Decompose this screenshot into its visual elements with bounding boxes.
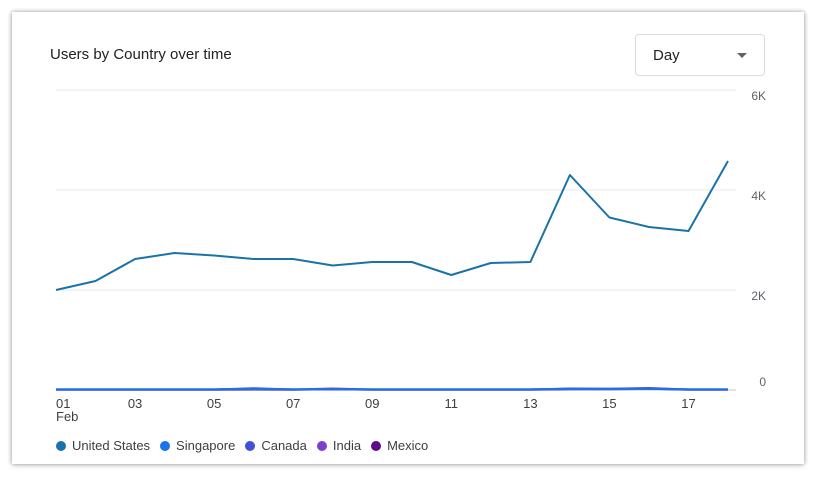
x-axis-month-label: Feb	[56, 409, 78, 424]
grid-lines	[56, 89, 736, 391]
x-tick-label: 03	[128, 396, 142, 411]
legend-item-mexico[interactable]: Mexico	[371, 438, 428, 453]
y-tick-label: 4K	[751, 189, 766, 203]
legend-label: Singapore	[176, 438, 236, 453]
legend-item-india[interactable]: India	[316, 438, 362, 453]
x-tick-label: 11	[445, 396, 459, 411]
legend-swatch	[245, 440, 256, 451]
legend-label: India	[332, 438, 362, 453]
x-tick-label: 17	[681, 396, 695, 411]
legend-item-united-states[interactable]: United States	[56, 438, 150, 453]
x-tick-label: 15	[602, 396, 616, 411]
x-tick-label: 07	[286, 396, 300, 411]
legend-label: Mexico	[387, 438, 429, 453]
legend-label: Canada	[261, 438, 307, 453]
x-axis-tick-labels: 01 03 05 07 09 11 13 15 17Feb	[56, 396, 696, 424]
legend-swatch	[316, 440, 327, 451]
y-tick-label: 2K	[751, 289, 766, 303]
legend-swatch	[56, 440, 66, 451]
line-chart: 02K4K6K 01 03 05 07 09 11 13 15 17Feb	[55, 89, 766, 424]
legend-swatch	[160, 440, 171, 451]
legend-item-canada[interactable]: Canada	[245, 438, 307, 453]
chart-card: Users by Country over time Day 0 2K 4K 6K 0…	[12, 12, 804, 464]
series-line-united-states[interactable]	[55, 160, 729, 291]
series-lines	[55, 160, 729, 391]
chart-legend: United States Singapore Canada India Mexico	[56, 438, 438, 453]
y-axis-tick-labels: 0 2K 4K 6K	[751, 89, 766, 389]
x-tick-label: 05	[207, 396, 221, 411]
legend-item-singapore[interactable]: Singapore	[160, 438, 235, 453]
legend-label: United States	[72, 438, 151, 453]
x-tick-label: 09	[365, 396, 379, 411]
y-tick-label: 0	[759, 375, 766, 389]
y-tick-label: 6K	[751, 89, 766, 103]
x-tick-label: 13	[523, 396, 537, 411]
legend-swatch	[371, 440, 382, 451]
